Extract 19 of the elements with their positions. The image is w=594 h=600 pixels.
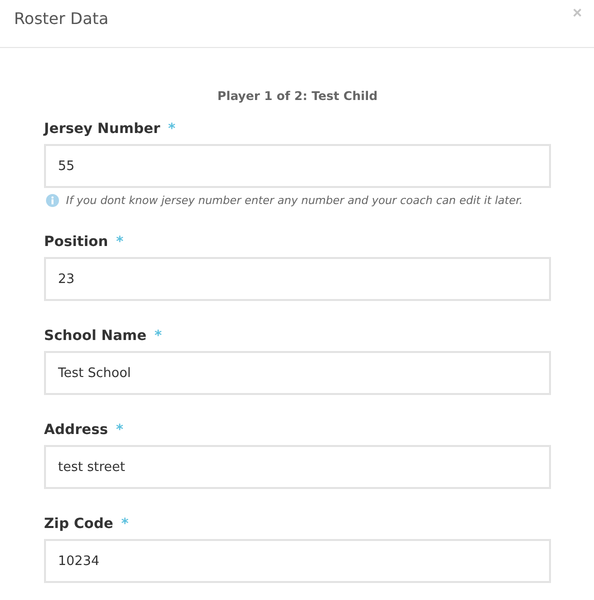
required-mark: * <box>116 422 124 438</box>
required-mark: * <box>168 121 176 137</box>
input-field[interactable]: test street <box>44 445 551 489</box>
field-label: Position <box>44 234 108 250</box>
input-field[interactable]: 23 <box>44 257 551 301</box>
modal-title: Roster Data <box>14 9 109 29</box>
required-mark: * <box>154 328 162 344</box>
field-label: School Name <box>44 328 147 344</box>
input-field[interactable]: 10234 <box>44 539 551 583</box>
required-mark: * <box>121 516 129 532</box>
input-field[interactable]: 55 <box>44 144 551 188</box>
required-mark: * <box>116 234 124 250</box>
field-label: Zip Code <box>44 516 114 532</box>
player-heading: Player 1 of 2: Test Child <box>216 88 379 104</box>
info-icon <box>46 194 59 207</box>
hint-text: If you dont know jersey number enter any number and your coach can edit it later. <box>66 194 523 207</box>
field-label: Jersey Number <box>44 121 160 137</box>
input-field[interactable]: Test School <box>44 351 551 395</box>
field-label: Address <box>44 422 108 438</box>
